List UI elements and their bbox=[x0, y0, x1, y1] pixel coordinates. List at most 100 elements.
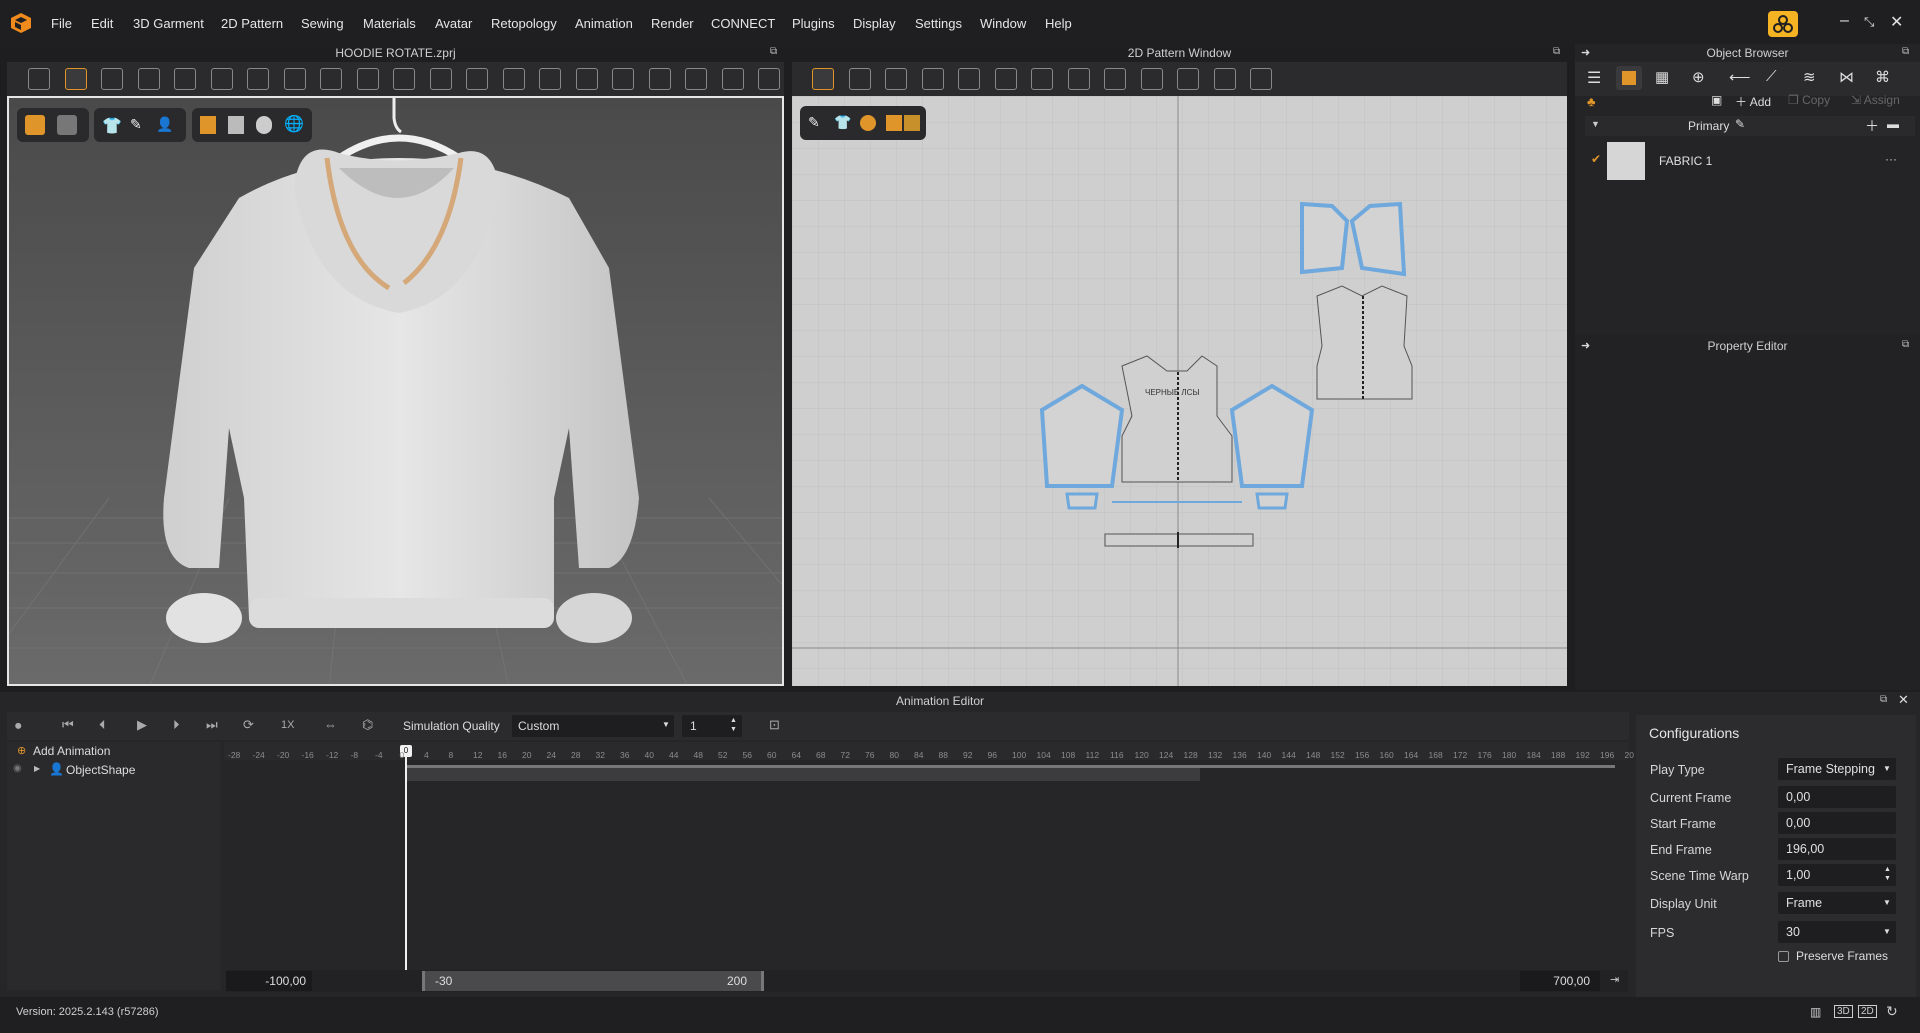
puncture-icon[interactable] bbox=[721, 68, 744, 90]
record-icon[interactable]: ⏺ bbox=[15, 718, 22, 734]
fold-line-icon[interactable] bbox=[958, 68, 980, 90]
menu-window[interactable]: Window bbox=[980, 16, 1026, 31]
menu-edit[interactable]: Edit bbox=[91, 16, 113, 31]
menu-help[interactable]: Help bbox=[1045, 16, 1072, 31]
zipper-icon[interactable] bbox=[1250, 68, 1272, 90]
rectangle-icon[interactable] bbox=[921, 68, 944, 90]
fold-icon[interactable] bbox=[137, 68, 160, 90]
fabric-tab[interactable] bbox=[1616, 66, 1642, 90]
connect-button[interactable] bbox=[1768, 11, 1798, 37]
brush-icon[interactable] bbox=[502, 68, 525, 90]
timeline-ruler[interactable] bbox=[224, 742, 1629, 760]
undock-icon[interactable]: ⧉ bbox=[1902, 46, 1909, 57]
start-frame-field[interactable]: 0,00 bbox=[1778, 812, 1896, 834]
segment-icon[interactable] bbox=[1213, 68, 1236, 90]
3d-viewport[interactable]: 👕 ✎ 👤 🌐 bbox=[7, 96, 784, 686]
connect-icon[interactable]: ♣ bbox=[1587, 94, 1596, 109]
garment-icon[interactable] bbox=[320, 68, 342, 90]
undock-icon[interactable]: ⧉ bbox=[1880, 694, 1887, 705]
current-frame-field[interactable]: 0,00 bbox=[1778, 786, 1896, 808]
sewing-icon[interactable] bbox=[210, 68, 233, 90]
add-animation-icon[interactable]: ⊕ bbox=[17, 744, 26, 757]
edit-curve-icon[interactable] bbox=[848, 68, 871, 90]
2d-icon[interactable]: 2D bbox=[1858, 1005, 1877, 1018]
restore-icon[interactable]: ⤡ bbox=[1864, 14, 1874, 30]
menu-file[interactable]: File bbox=[51, 16, 72, 31]
shirt-icon[interactable]: 👕 bbox=[834, 114, 851, 131]
display-unit-select[interactable]: Frame ▼ bbox=[1778, 892, 1896, 914]
mesh-icon[interactable] bbox=[228, 116, 244, 134]
speed-button[interactable]: 1X bbox=[281, 719, 294, 731]
undock-icon[interactable]: ⧉ bbox=[1553, 46, 1560, 57]
collapse-icon[interactable]: ▼ bbox=[1591, 119, 1600, 129]
minimize-icon[interactable]: – bbox=[1840, 12, 1849, 30]
loop-icon[interactable]: ⟳ bbox=[243, 717, 254, 733]
menu-materials[interactable]: Materials bbox=[363, 16, 416, 31]
garment-view-icon[interactable] bbox=[25, 115, 45, 135]
more-icon[interactable]: ··· bbox=[1885, 152, 1897, 166]
edit-pattern-icon[interactable] bbox=[812, 68, 834, 90]
next-frame-icon[interactable]: ⏵ bbox=[173, 717, 180, 733]
first-frame-icon[interactable]: ⏮ bbox=[62, 717, 74, 733]
shirt-icon[interactable]: 👕 bbox=[102, 116, 122, 136]
menu-sewing[interactable]: Sewing bbox=[301, 16, 344, 31]
fps-select[interactable]: 30 ▼ bbox=[1778, 921, 1896, 943]
close-icon[interactable]: ✕ bbox=[1890, 12, 1903, 32]
2d-viewport[interactable]: ЧЕРНЫЕ ЛСЫ ✎ 👕 bbox=[792, 96, 1567, 686]
arrange-icon[interactable] bbox=[174, 68, 196, 90]
menu-animation[interactable]: Animation bbox=[575, 16, 633, 31]
motion-icon[interactable]: ⌬ bbox=[362, 717, 373, 733]
avatar-size-icon[interactable] bbox=[356, 68, 379, 90]
grid-icon[interactable] bbox=[393, 68, 415, 90]
stretch-icon[interactable] bbox=[648, 68, 671, 90]
grid-icon[interactable] bbox=[1031, 68, 1053, 90]
fabric-icon[interactable]: ✎ bbox=[130, 116, 142, 133]
close-icon[interactable]: ✕ bbox=[1898, 692, 1909, 708]
pen-icon[interactable]: ✎ bbox=[808, 114, 820, 131]
measure-icon[interactable] bbox=[575, 68, 598, 90]
transform-icon[interactable] bbox=[64, 68, 87, 90]
garment-icon[interactable] bbox=[1104, 68, 1126, 90]
folder-icon[interactable]: ▣ bbox=[1711, 93, 1722, 107]
scene-time-warp-field[interactable]: 1,00 ▲ ▼ bbox=[1778, 864, 1896, 886]
seam-icon[interactable] bbox=[685, 68, 707, 90]
undock-icon[interactable]: ⧉ bbox=[770, 46, 777, 57]
avatar-icon[interactable]: 👤 bbox=[156, 116, 173, 133]
visibility-icon[interactable]: ◉ bbox=[13, 763, 22, 774]
menu-settings[interactable]: Settings bbox=[915, 16, 962, 31]
add-animation-button[interactable]: Add Animation bbox=[33, 744, 110, 758]
menu-plugins[interactable]: Plugins bbox=[792, 16, 835, 31]
spin-arrows-icon[interactable]: ▲ ▼ bbox=[1884, 865, 1891, 883]
menu-connect[interactable]: CONNECT bbox=[711, 16, 775, 31]
sim-quality-select[interactable]: Custom ▼ bbox=[512, 715, 674, 737]
menu-display[interactable]: Display bbox=[853, 16, 896, 31]
folder-icon[interactable]: ▬ bbox=[1887, 117, 1899, 131]
tack-icon[interactable] bbox=[539, 68, 561, 90]
seam-allowance-icon[interactable] bbox=[1177, 68, 1199, 90]
iron-icon[interactable] bbox=[1067, 68, 1090, 90]
refresh-icon[interactable]: ↻ bbox=[1886, 1003, 1898, 1020]
fit-range-icon[interactable]: ⇥ bbox=[1610, 973, 1619, 986]
press-icon[interactable] bbox=[429, 68, 452, 90]
pin-icon[interactable]: ⟵ bbox=[1729, 68, 1751, 86]
step-spinbox[interactable]: 1 ▲ ▼ bbox=[682, 715, 742, 737]
timeline-track-bar[interactable] bbox=[405, 767, 1200, 781]
internal-line-icon[interactable] bbox=[994, 68, 1017, 90]
expand-icon[interactable]: ▶ bbox=[34, 764, 40, 773]
range-left-field[interactable]: -100,00 bbox=[226, 971, 312, 991]
pin-icon[interactable] bbox=[1140, 68, 1163, 90]
capture-icon[interactable]: ⊡ bbox=[769, 717, 780, 733]
app-logo-icon[interactable] bbox=[10, 12, 32, 34]
garment-icon[interactable] bbox=[904, 115, 920, 131]
spin-arrows-icon[interactable]: ▲ ▼ bbox=[730, 716, 737, 734]
group-header[interactable]: ▼ Primary ✎ ＋ ▬ bbox=[1585, 116, 1915, 136]
fit-icon[interactable] bbox=[283, 68, 306, 90]
menu-avatar[interactable]: Avatar bbox=[435, 16, 472, 31]
info-icon[interactable] bbox=[860, 115, 876, 131]
prev-frame-icon[interactable]: ⏴ bbox=[99, 717, 106, 733]
polygon-icon[interactable] bbox=[885, 68, 907, 90]
reflect-icon[interactable] bbox=[247, 68, 269, 90]
menu-retopology[interactable]: Retopology bbox=[491, 16, 557, 31]
copy-button[interactable]: ❐ Copy bbox=[1788, 93, 1830, 107]
play-icon[interactable]: ▶ bbox=[137, 717, 147, 733]
